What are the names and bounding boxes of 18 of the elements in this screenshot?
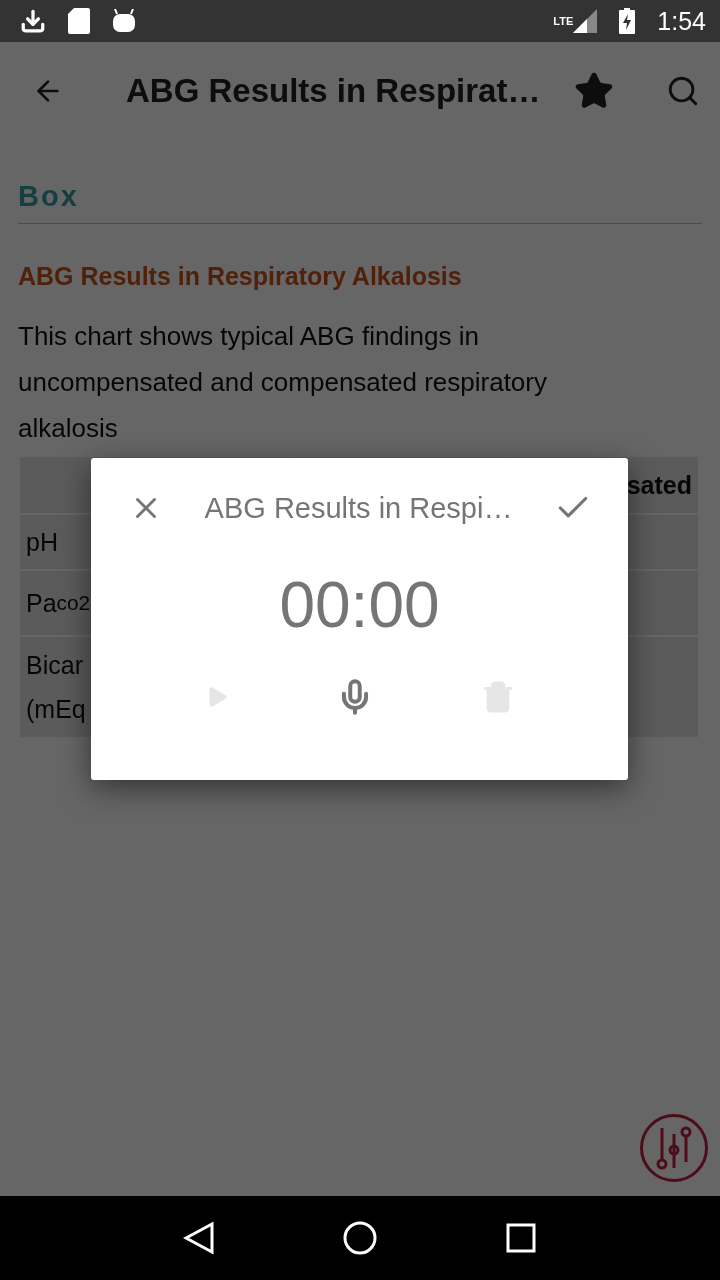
recents-nav-icon[interactable] [504,1222,537,1254]
star-icon[interactable] [574,71,614,111]
search-icon[interactable] [666,74,700,108]
article-title: ABG Results in Respiratory Alkalosis [18,262,463,291]
page-title: ABG Results in Respirat… [126,72,542,110]
sd-card-icon [68,8,90,34]
section-heading: Box [18,180,702,224]
intro-paragraph: This chart shows typical ABG findings in uncompensated and compensated respiratory alkalosis [18,320,548,445]
signal-icon [573,9,598,33]
clock: 1:54 [657,6,706,36]
sliders-icon [654,1126,694,1170]
download-icon [20,8,46,34]
network-type: LTE [553,15,574,27]
android-icon [112,9,136,33]
battery-charging-icon [619,8,636,34]
equalizer-button[interactable] [640,1114,708,1182]
back-nav-icon[interactable] [183,1221,216,1255]
home-nav-icon[interactable] [342,1220,378,1256]
